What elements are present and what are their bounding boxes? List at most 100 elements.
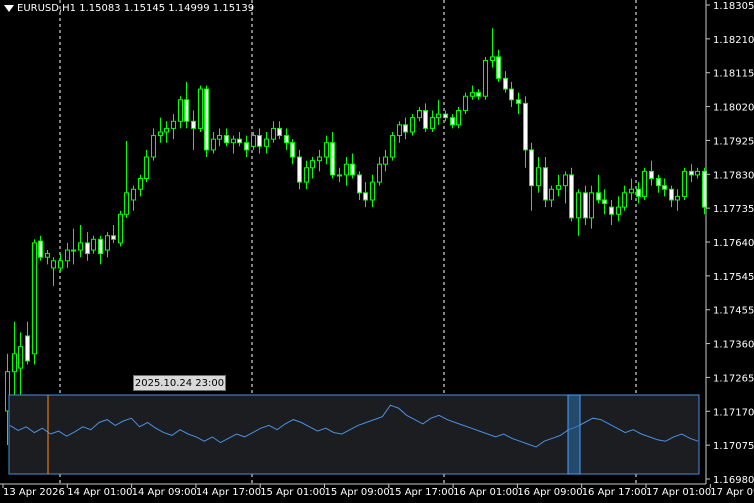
time-label: 14 Apr 17:00 [196,487,261,498]
candle-body [476,92,481,97]
candle [636,182,641,204]
candle [403,117,408,140]
candle-body [211,138,216,151]
candle-body [290,142,295,158]
candle-body [556,185,561,190]
price-label: 1.17265 [713,373,754,384]
candle-body [178,99,183,122]
candle [211,131,216,154]
candle-body [198,88,203,129]
price-label: 1.17455 [713,306,754,317]
candle [344,157,349,186]
candle-body [271,127,276,140]
candle-body [436,113,441,119]
price-label: 1.17640 [713,238,754,249]
price-label: 1.18210 [713,35,754,46]
candle-body [656,178,661,187]
candle [111,225,116,243]
candle [616,196,621,222]
navigator-panel [8,394,700,475]
candle [397,121,402,143]
candle [85,232,90,261]
symbol-info-text: EURUSD,H1 1.15083 1.15145 1.14999 1.1513… [17,3,255,14]
candle [350,153,355,179]
candle [324,135,329,165]
time-label: 15 Apr 09:00 [325,487,390,498]
candle-body [490,56,495,61]
candle [649,160,654,186]
candle [430,110,435,132]
candle-body [589,192,594,219]
candle [383,149,388,172]
candle-body [682,170,687,197]
price-label: 1.18020 [713,103,754,114]
candle [32,239,37,365]
candle-body [58,260,63,269]
candle-body [237,138,242,144]
candle-body [536,167,541,187]
navigator-background[interactable] [8,394,700,475]
price-label: 1.17830 [713,170,754,181]
candle [682,167,687,200]
candle-body [596,192,601,201]
candle [569,167,574,222]
candle-body [430,117,435,129]
candle [563,171,568,204]
candle [509,81,514,107]
candle [65,242,70,268]
candle [470,85,475,100]
candle-body [516,99,521,104]
candle [217,128,222,147]
candle-body [403,124,408,133]
candle [284,128,289,150]
candle-body [622,192,627,208]
price-chart[interactable]: 1.18305 1.18210 1.18115 1.18020 1.17925 1.178… [0,0,754,503]
candle [410,114,415,136]
candle-body [32,242,37,355]
candle [436,99,441,125]
candle-body [317,156,322,162]
candle-body [443,113,448,119]
candle [330,131,335,179]
candle [583,185,588,226]
dropdown-triangle-icon[interactable] [4,4,14,12]
symbol-info: EURUSD,H1 1.15083 1.15145 1.14999 1.1513… [4,3,254,14]
candle-body [164,127,169,133]
candle [669,185,674,208]
time-label: 16 Apr 17:00 [582,487,647,498]
candle-body [370,181,375,201]
candle-body [549,188,554,201]
candle-body [330,142,335,176]
candle-body [257,135,262,147]
candle-body [98,238,103,255]
candle-body [217,135,222,140]
candle-body [244,142,249,151]
candle-body [377,163,382,183]
candle-body [191,120,196,129]
candle [695,167,700,179]
candle [629,178,634,200]
candle [25,321,30,365]
candle-body [417,110,422,119]
navigator-window[interactable] [567,394,581,475]
time-axis: 13 Apr 2026 14 Apr 01:00 14 Apr 09:00 14 Ap… [2,484,754,498]
candle-body [689,170,694,176]
candle [516,92,521,115]
candle [118,210,123,247]
candle [523,96,528,168]
candle-body [629,188,634,194]
candle [609,199,614,226]
candle-body [675,195,680,201]
candle [443,110,448,122]
candle [257,128,262,154]
candle [377,157,382,186]
price-label: 1.16980 [713,475,754,486]
candle [151,128,156,161]
price-label: 1.17925 [713,136,754,147]
time-label: 17 Apr 01:00 [646,487,711,498]
candle-body [85,242,90,255]
candle-body [642,170,647,197]
candle-body [25,335,30,362]
candle-body [144,156,149,180]
candle-body [297,156,302,183]
